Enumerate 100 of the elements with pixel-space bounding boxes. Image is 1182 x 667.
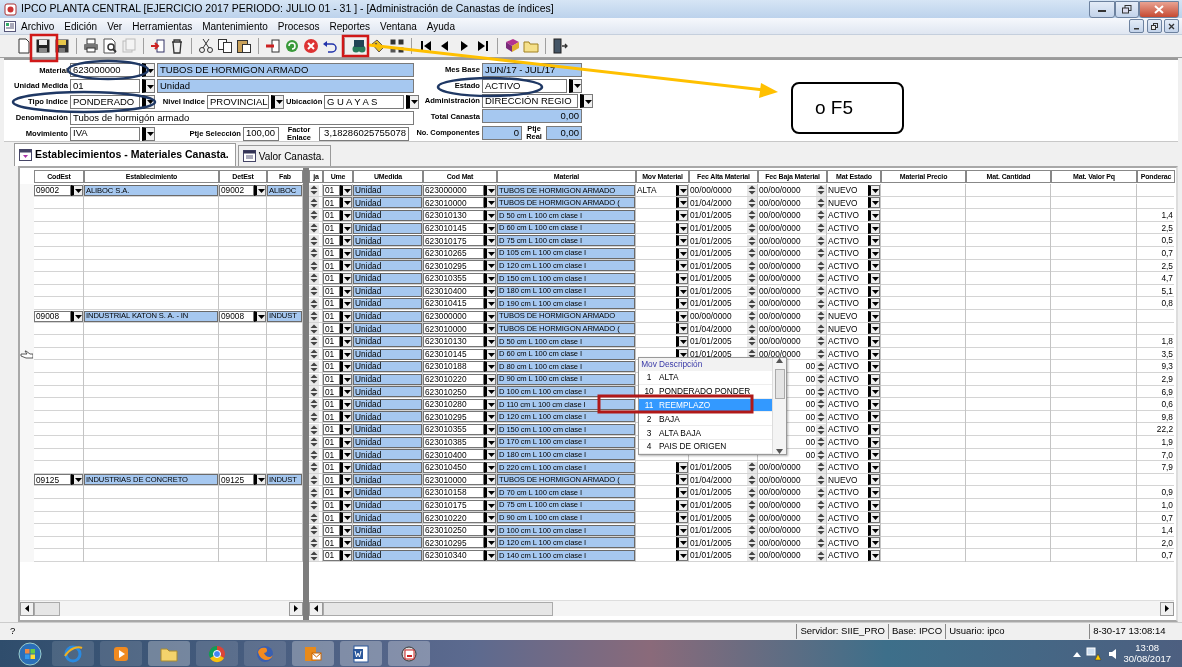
table-cell: 22,2 — [1156, 423, 1174, 436]
display-field[interactable]: 0,00 — [482, 109, 582, 124]
table-cell-text: 00/00/0000 — [758, 499, 802, 511]
table-cell-text: 01/04/2000 — [689, 197, 733, 209]
menu-item[interactable]: Herramientas — [127, 18, 198, 34]
input-field[interactable]: 3,18286025755078 — [319, 126, 409, 141]
menu-item[interactable]: Edición — [59, 18, 103, 34]
menu-item[interactable]: Ayuda — [421, 18, 460, 34]
table-cell: 01 — [323, 474, 340, 486]
description-field[interactable]: Unidad — [157, 79, 414, 94]
clock-date: 30/08/2017 — [1123, 653, 1171, 665]
table-cell: 623010220 — [423, 512, 484, 524]
table-cell: 01 — [323, 386, 340, 398]
input-field[interactable]: DIRECCIÓN REGIO — [482, 94, 578, 109]
table-cell: Unidad — [353, 436, 422, 448]
table-cell-text: 01/01/2005 — [689, 524, 733, 536]
table-cell-text: 00/00/0000 — [689, 184, 733, 196]
table-cell-text: 01/01/2005 — [689, 550, 733, 561]
table-cell: 623010385 — [423, 436, 484, 448]
display-field[interactable]: 0,00 — [546, 125, 582, 140]
table-cell-text: 01/01/2005 — [689, 222, 733, 234]
table-cell: 623010295 — [423, 411, 484, 423]
table-cell: 2,9 — [1161, 373, 1174, 386]
table-cell: 623010000 — [423, 323, 484, 335]
table-cell: 623010175 — [423, 235, 484, 247]
table-cell-text: 00/00/0000 — [758, 487, 802, 499]
table-cell: 01 — [323, 436, 340, 448]
table-cell: 5,1 — [1161, 284, 1174, 298]
table-cell-text: 00/00/0000 — [758, 537, 802, 549]
tab[interactable]: Establecimientos - Materiales Canasta. — [14, 143, 236, 166]
table-cell: 01 — [323, 361, 340, 373]
list-option[interactable]: 4 PAIS DE ORIGEN — [639, 440, 772, 454]
table-cell: Unidad — [353, 361, 422, 373]
table-cell: 00 — [804, 411, 816, 423]
table-cell: Unidad — [353, 235, 422, 247]
table-cell-text: ACTIVO — [827, 260, 860, 272]
table-cell: 09002 — [34, 184, 71, 196]
table-cell: 7,9 — [1161, 461, 1174, 474]
input-field[interactable]: Tubos de hormigón armado — [70, 110, 414, 125]
table-cell: 623010250 — [423, 386, 484, 398]
menu-item[interactable]: Mantenimiento — [197, 18, 273, 34]
table-cell: 00 — [804, 386, 816, 398]
input-field[interactable]: PROVINCIAL — [207, 95, 269, 109]
table-cell: 623010250 — [423, 524, 484, 536]
table-cell-text: ACTIVO — [827, 210, 860, 221]
table-cell-text: 01/01/2005 — [689, 537, 733, 549]
table-cell: 2,5 — [1161, 259, 1174, 273]
table-cell: 623010400 — [423, 285, 484, 297]
table-cell-text: 00/00/0000 — [758, 235, 802, 247]
menu-item[interactable]: Ver — [102, 18, 128, 34]
table-cell-text: 00/00/0000 — [689, 310, 733, 322]
table-cell-text: 01/01/2005 — [689, 272, 733, 284]
table-cell-text: 01/01/2005 — [689, 461, 733, 473]
input-field[interactable]: PONDERADO — [70, 95, 140, 109]
menu-item[interactable]: Ventana — [375, 18, 422, 34]
input-field[interactable]: G U A Y A S — [324, 95, 404, 109]
table-cell: Unidad — [353, 260, 422, 272]
table-cell-text: 00/00/0000 — [758, 461, 802, 473]
description-field[interactable]: TUBOS DE HORMIGON ARMADO — [157, 63, 414, 78]
table-cell-text: 01/01/2005 — [689, 210, 733, 221]
table-cell-text: 01/01/2005 — [689, 285, 733, 297]
table-cell: 0,7 — [1161, 511, 1174, 524]
table-cell: 01 — [323, 373, 340, 385]
table-cell: 0,8 — [1161, 297, 1174, 310]
table-cell: 00 — [804, 436, 816, 448]
table-cell-text: 01/01/2005 — [689, 512, 733, 524]
table-cell: 623010175 — [423, 499, 484, 511]
table-cell: Unidad — [353, 335, 422, 347]
table-cell-text: 01/04/2000 — [689, 323, 733, 335]
table-cell: 01 — [323, 197, 340, 209]
menu-item[interactable]: Procesos — [272, 18, 325, 34]
menu-item[interactable]: Reportes — [324, 18, 376, 34]
table-cell: 01 — [323, 247, 340, 259]
table-cell: 2,5 — [1161, 221, 1174, 235]
table-cell: 00 — [804, 361, 816, 373]
menu-item[interactable]: Archivo — [16, 18, 60, 34]
table-cell: Unidad — [353, 222, 422, 234]
table-cell: Unidad — [353, 424, 422, 436]
table-cell-text: ACTIVO — [827, 285, 860, 297]
status-panel: 8-30-17 13:08:14 — [1089, 624, 1169, 639]
table-cell-text: 01/04/2000 — [689, 474, 733, 486]
table-cell-text: 01/01/2005 — [689, 499, 733, 511]
table-cell: Unidad — [353, 272, 422, 284]
table-cell: 0,7 — [1161, 549, 1174, 562]
display-field[interactable]: 0 — [482, 125, 522, 140]
table-cell: Unidad — [353, 550, 422, 561]
table-cell-text: ACTIVO — [827, 499, 860, 511]
table-cell-text: ACTIVO — [827, 272, 860, 284]
table-cell: Unidad — [353, 298, 422, 310]
table-cell-text: NUEVO — [827, 323, 859, 335]
tab[interactable]: Valor Canasta. — [237, 145, 332, 166]
column-header: Mov — [640, 358, 658, 371]
input-field[interactable]: 100,00 — [243, 126, 279, 141]
table-cell: 9,3 — [1161, 360, 1174, 373]
table-cell: 01 — [323, 487, 340, 499]
table-cell: 01 — [323, 323, 340, 335]
table-cell-text: 00/00/0000 — [758, 512, 802, 524]
table-cell-text: 01/01/2005 — [689, 298, 733, 310]
input-field[interactable]: IVA — [70, 126, 140, 141]
table-cell: 01 — [323, 411, 340, 423]
